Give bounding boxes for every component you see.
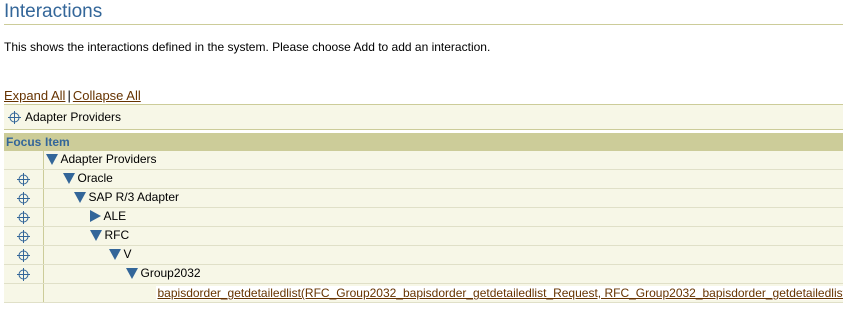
tree-node-label: ALE — [103, 209, 127, 223]
collapse-all-link[interactable]: Collapse All — [73, 88, 141, 103]
focus-cell — [4, 264, 44, 284]
triangle-down-icon[interactable] — [62, 172, 75, 184]
focus-crosshair-icon[interactable] — [16, 211, 30, 225]
tree-node: Adapter Providers — [44, 152, 157, 166]
title-divider — [4, 24, 843, 25]
table-row: Adapter Providers — [4, 151, 843, 170]
triangle-down-icon[interactable] — [73, 191, 86, 203]
table-row: RFC — [4, 226, 843, 246]
table-header-row: Focus Item — [4, 133, 843, 151]
item-cell: SAP R/3 Adapter — [43, 188, 843, 208]
link-separator: | — [67, 88, 71, 103]
tree-node-label: Oracle — [77, 171, 113, 186]
expand-all-link[interactable]: Expand All — [4, 88, 65, 103]
focus-crosshair-icon[interactable] — [8, 110, 21, 124]
triangle-right-icon[interactable] — [89, 210, 101, 222]
intro-text: This shows the interactions defined in t… — [4, 40, 491, 54]
page-title: Interactions — [4, 1, 103, 22]
focus-crosshair-icon[interactable] — [16, 230, 30, 244]
column-header-focus: Focus — [4, 133, 43, 151]
focus-cell — [4, 169, 44, 189]
tree-node: Group2032 — [44, 266, 201, 280]
item-cell: Adapter Providers — [43, 151, 843, 170]
focus-cell — [4, 245, 44, 265]
focus-crosshair-icon[interactable] — [16, 268, 30, 282]
focus-cell — [4, 226, 44, 246]
focus-crosshair-icon[interactable] — [16, 173, 30, 187]
item-cell: ALE — [43, 207, 843, 227]
table-row: Group2032 — [4, 264, 843, 284]
triangle-down-icon[interactable] — [89, 229, 102, 241]
item-cell: RFC — [43, 226, 843, 246]
tree-node-label: V — [123, 247, 132, 262]
triangle-down-icon[interactable] — [125, 267, 138, 279]
tree-node: V — [44, 247, 132, 261]
table-row: bapisdorder_getdetailedlist(RFC_Group203… — [4, 283, 843, 303]
breadcrumb-label: Adapter Providers — [25, 110, 122, 124]
table-row: ALE — [4, 207, 843, 227]
table-row: Oracle — [4, 169, 843, 189]
item-cell: V — [43, 245, 843, 265]
triangle-down-icon[interactable] — [108, 248, 121, 260]
tree-node-label: SAP R/3 Adapter — [88, 190, 180, 205]
tree-actions: Expand All | Collapse All — [4, 88, 141, 103]
tree-node: ALE — [44, 209, 127, 223]
table-row: SAP R/3 Adapter — [4, 188, 843, 208]
interaction-link[interactable]: bapisdorder_getdetailedlist(RFC_Group203… — [155, 286, 843, 300]
hierarchy-table: Focus Item Adapter Providers Oracle SAP R/… — [4, 133, 843, 303]
column-header-item: Item — [43, 133, 843, 151]
focus-cell — [4, 151, 44, 170]
tree-node: Oracle — [44, 171, 113, 185]
triangle-down-icon[interactable] — [45, 153, 58, 165]
focus-cell — [4, 283, 44, 303]
tree-node: SAP R/3 Adapter — [44, 190, 180, 205]
tree-node-label: Adapter Providers — [60, 152, 157, 167]
focus-crosshair-icon[interactable] — [16, 192, 30, 206]
item-cell: bapisdorder_getdetailedlist(RFC_Group203… — [43, 283, 843, 303]
focus-crosshair-icon[interactable] — [16, 249, 30, 263]
tree-node: bapisdorder_getdetailedlist(RFC_Group203… — [44, 286, 843, 300]
item-cell: Oracle — [43, 169, 843, 189]
tree-node-label: RFC — [104, 228, 130, 243]
focus-cell — [4, 207, 44, 227]
focus-breadcrumb: Adapter Providers — [4, 104, 843, 130]
tree-node-label: Group2032 — [140, 266, 201, 281]
focus-cell — [4, 188, 44, 208]
tree-node: RFC — [44, 228, 130, 243]
table-row: V — [4, 245, 843, 265]
item-cell: Group2032 — [43, 264, 843, 284]
